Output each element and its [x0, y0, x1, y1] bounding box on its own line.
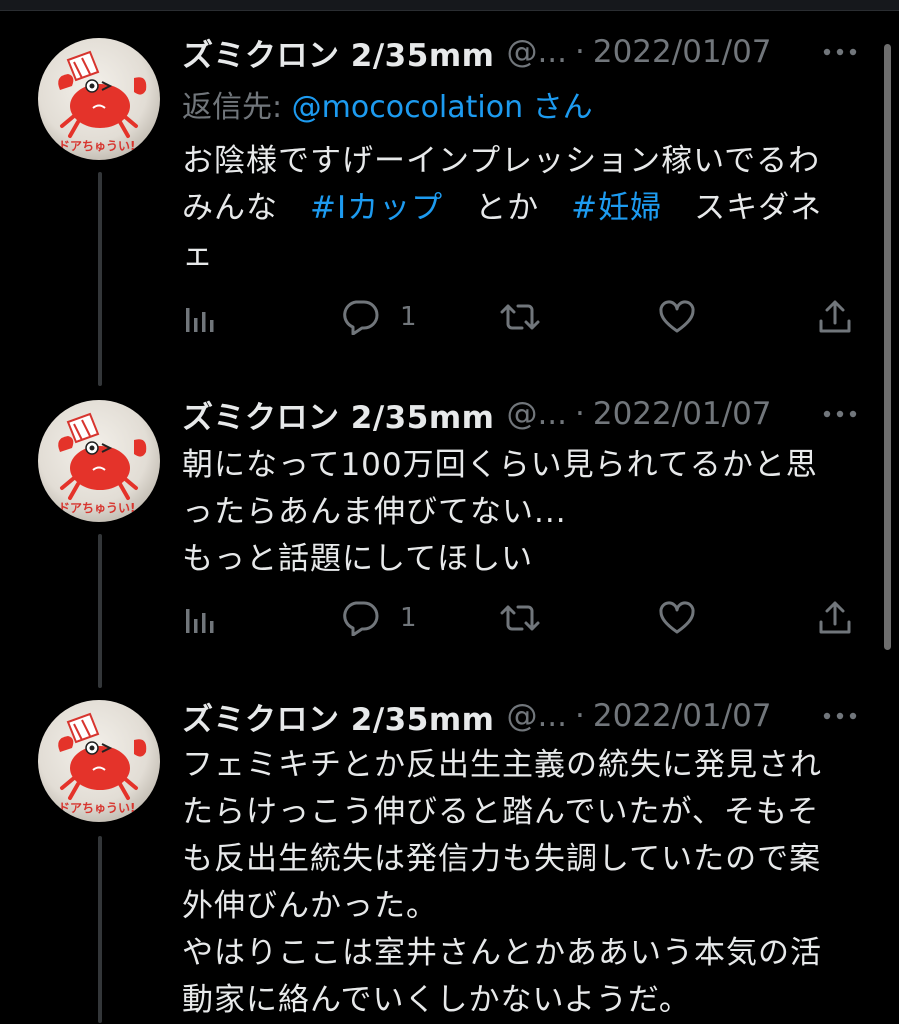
text-line: 動家に絡んでいくしかないようだ。	[182, 982, 691, 1018]
speech-bubble-icon	[343, 300, 379, 335]
share-button[interactable]	[816, 297, 854, 337]
separator-dot: ·	[575, 396, 585, 432]
tweet-text: お陰様ですげーインプレッション稼いでるわ みんな #Iカップ とか #妊婦 スキ…	[182, 138, 862, 279]
tweet-header: ズミクロン 2/35mm @... · 2022/01/07	[182, 694, 772, 739]
heart-icon	[659, 601, 695, 634]
text-line: フェミキチとか反出生主義の統失に発見され	[182, 747, 822, 783]
text-line: もっと話題にしてほしい	[182, 541, 534, 577]
tweet-text: フェミキチとか反出生主義の統失に発見され たらけっこう伸びると踏んでいたが、そも…	[182, 742, 862, 1024]
tweet-actions: 1	[182, 598, 862, 638]
reply-count: 1	[400, 603, 417, 633]
share-button[interactable]	[816, 598, 854, 638]
like-button[interactable]	[658, 297, 696, 337]
reply-prefix: 返信先:	[182, 90, 292, 125]
reply-mention-link[interactable]: @mococolation	[292, 90, 523, 125]
like-button[interactable]	[658, 598, 696, 638]
avatar[interactable]: ドアちゅうい!	[38, 700, 160, 822]
author-name[interactable]: ズミクロン 2/35mm	[182, 392, 494, 437]
retweet-button[interactable]	[498, 598, 542, 638]
svg-text:ドアちゅうい!: ドアちゅうい!	[58, 139, 135, 153]
reply-suffix: さん	[523, 90, 593, 125]
svg-text:ドアちゅうい!: ドアちゅうい!	[58, 501, 135, 515]
more-options-button[interactable]	[820, 394, 860, 434]
more-dots-icon	[823, 410, 857, 418]
reply-count: 1	[400, 302, 417, 332]
heart-icon	[659, 300, 695, 333]
retweet-icon	[500, 605, 540, 631]
text-line: 朝になって100万回くらい見られてるかと思	[182, 447, 818, 483]
share-icon	[819, 300, 851, 333]
tweet[interactable]: ドアちゅうい! ズミクロン 2/35mm @... · 2022/01/07 フ…	[0, 690, 899, 1023]
separator-dot: ·	[575, 698, 585, 734]
bar-chart-icon	[186, 609, 214, 633]
tweet-header: ズミクロン 2/35mm @... · 2022/01/07	[182, 392, 772, 437]
more-options-button[interactable]	[820, 32, 860, 72]
hashtag-link[interactable]: #Iカップ	[310, 190, 443, 226]
author-name[interactable]: ズミクロン 2/35mm	[182, 694, 494, 739]
text-line: お陰様ですげーインプレッション稼いでるわ	[182, 143, 821, 179]
reply-button[interactable]: 1	[340, 598, 417, 638]
views-button[interactable]	[182, 598, 218, 638]
bar-chart-icon	[186, 308, 214, 332]
text-line: ェ	[182, 237, 214, 273]
scrollbar[interactable]	[884, 44, 891, 650]
speech-bubble-icon	[343, 601, 379, 636]
text-segment: とか	[443, 190, 572, 226]
crab-avatar-icon: ドアちゅうい!	[58, 412, 147, 515]
more-dots-icon	[823, 48, 857, 56]
tweet-date[interactable]: 2022/01/07	[593, 698, 772, 734]
tweet-text: 朝になって100万回くらい見られてるかと思 ったらあんま伸びてない... もっと…	[182, 442, 862, 583]
retweet-icon	[500, 304, 540, 330]
author-handle[interactable]: @...	[506, 698, 567, 734]
views-button[interactable]	[182, 297, 218, 337]
tweet-header: ズミクロン 2/35mm @... · 2022/01/07	[182, 30, 772, 75]
text-segment: スキダネ	[662, 190, 823, 226]
text-line: 外伸びんかった。	[182, 888, 438, 924]
crab-avatar-icon: ドアちゅうい!	[58, 50, 147, 153]
svg-text:ドアちゅうい!: ドアちゅうい!	[58, 801, 135, 815]
text-line: たらけっこう伸びると踏んでいたが、そもそ	[182, 794, 820, 830]
more-dots-icon	[823, 712, 857, 720]
separator-dot: ·	[575, 34, 585, 70]
crab-avatar-icon: ドアちゅうい!	[58, 712, 147, 815]
text-line: も反出生統失は発信力も失調していたので案	[182, 841, 822, 877]
author-handle[interactable]: @...	[506, 396, 567, 432]
more-options-button[interactable]	[820, 696, 860, 736]
author-name[interactable]: ズミクロン 2/35mm	[182, 30, 494, 75]
tweet[interactable]: ドアちゅうい! ズミクロン 2/35mm @... · 2022/01/07 返…	[0, 0, 899, 380]
hashtag-link[interactable]: #妊婦	[571, 190, 662, 226]
share-icon	[819, 601, 851, 634]
reply-button[interactable]: 1	[340, 297, 417, 337]
text-segment: みんな	[182, 190, 310, 226]
reply-context: 返信先: @mococolation さん	[182, 82, 593, 126]
tweet-actions: 1	[182, 297, 862, 337]
text-line: やはりここは室井さんとかああいう本気の活	[182, 935, 822, 971]
tweet-date[interactable]: 2022/01/07	[593, 396, 772, 432]
avatar[interactable]: ドアちゅうい!	[38, 38, 160, 160]
author-handle[interactable]: @...	[506, 34, 567, 70]
tweet[interactable]: ドアちゅうい! ズミクロン 2/35mm @... · 2022/01/07 朝…	[0, 380, 899, 690]
text-line: みんな #Iカップ とか #妊婦 スキダネ	[182, 185, 862, 232]
tweet-date[interactable]: 2022/01/07	[593, 34, 772, 70]
avatar[interactable]: ドアちゅうい!	[38, 400, 160, 522]
text-line: ったらあんま伸びてない...	[182, 494, 567, 530]
retweet-button[interactable]	[498, 297, 542, 337]
